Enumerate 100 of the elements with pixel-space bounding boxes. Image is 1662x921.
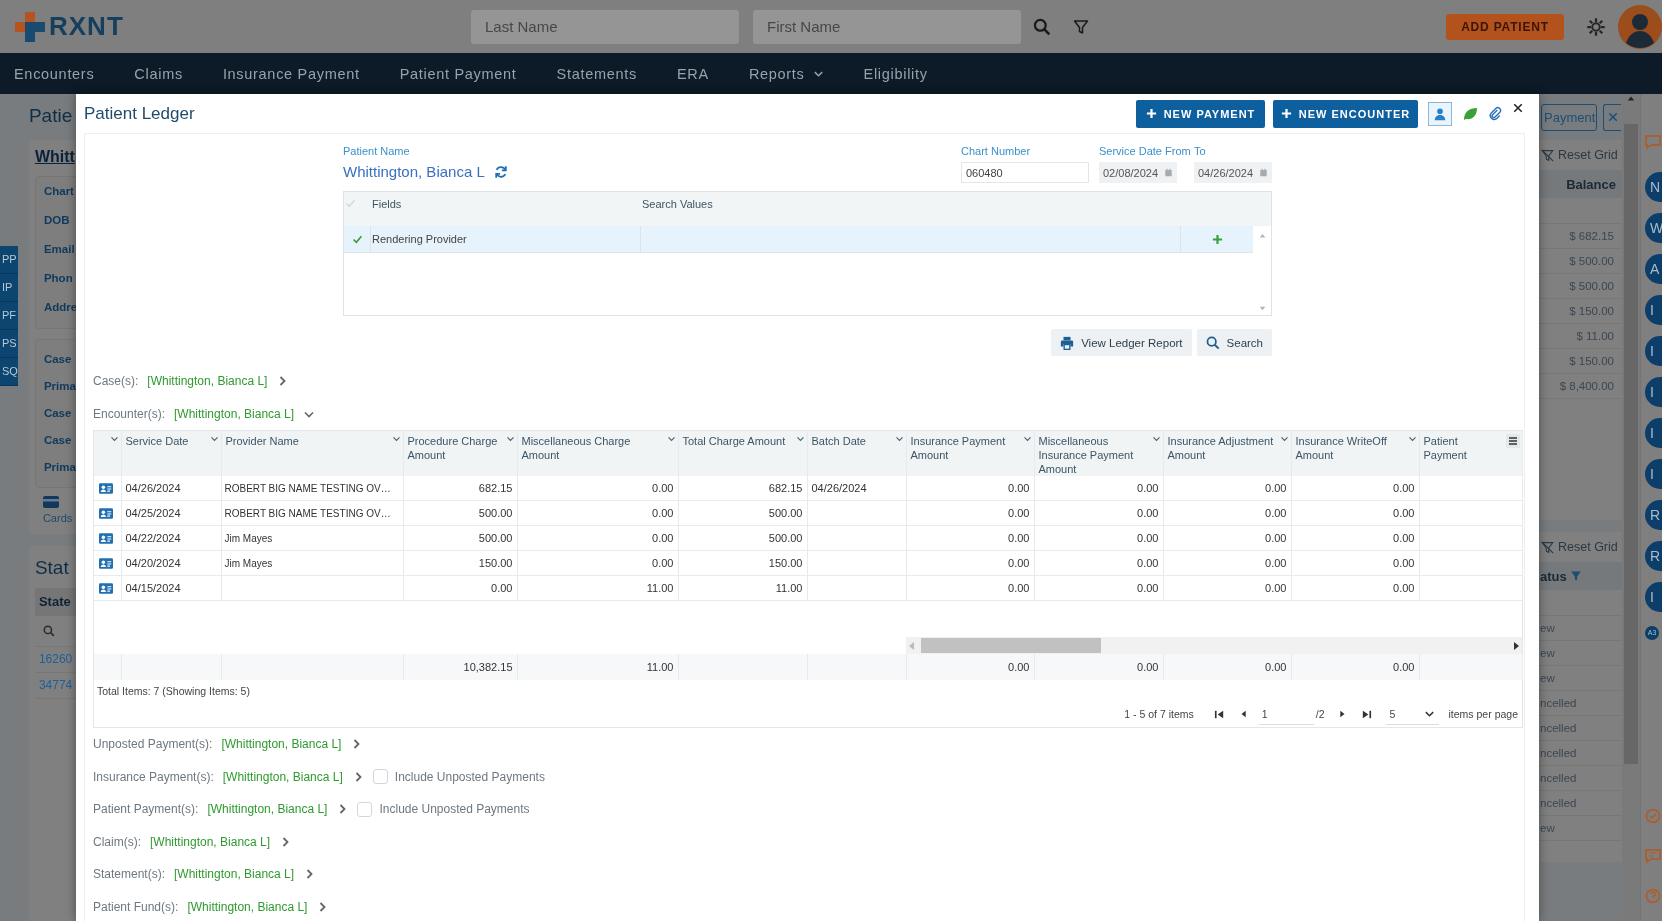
section-link[interactable]: [Whittington, Bianca L] (222, 769, 343, 784)
column-header[interactable]: Patient Payment (1419, 431, 1522, 476)
nav-item[interactable]: Patient Payment (399, 65, 517, 82)
reset-filter-icon[interactable] (1541, 148, 1554, 162)
add-patient-button[interactable]: ADD PATIENT (1446, 13, 1564, 40)
card-icon[interactable] (42, 496, 59, 508)
last-page-icon[interactable] (1360, 708, 1372, 720)
date-field[interactable]: 04/26/2024 (1194, 162, 1272, 183)
side-tab[interactable]: PP (0, 246, 18, 274)
section-label: Insurance Payment(s): (93, 769, 214, 784)
section-link[interactable]: [Whittington, Bianca L] (187, 899, 308, 914)
column-header[interactable]: Service Date (121, 431, 221, 476)
grid-row[interactable]: Rendering Provider (344, 226, 1253, 253)
column-header[interactable]: Insurance WriteOff Amount (1291, 431, 1419, 476)
column-menu-icon[interactable] (1505, 434, 1520, 448)
date-field[interactable]: 02/08/2024 (1099, 162, 1177, 183)
column-header[interactable]: atus (1539, 562, 1622, 590)
user-badge[interactable]: R (1645, 500, 1662, 530)
reset-grid-link[interactable]: Reset Grid (1558, 540, 1618, 554)
column-menu-icon[interactable] (1407, 434, 1417, 443)
column-header[interactable]: Provider Name (221, 431, 403, 476)
section-link[interactable]: [Whittington, Bianca L] (150, 834, 271, 849)
user-badge[interactable]: I (1645, 295, 1662, 325)
new-button[interactable]: NEW PAYMENT (1136, 99, 1265, 128)
patient-button[interactable] (1428, 101, 1452, 126)
scrollbar-thumb[interactable] (921, 638, 1101, 653)
chart-number-field[interactable]: 060480 (961, 162, 1089, 183)
leaf-icon[interactable] (1462, 105, 1478, 122)
section-link[interactable]: [Whittington, Bianca L] (207, 802, 328, 817)
contact-card-icon[interactable] (99, 582, 113, 594)
column-menu-icon[interactable] (109, 434, 119, 443)
user-badge[interactable]: I (1645, 582, 1662, 612)
user-badge[interactable]: I (1645, 377, 1662, 407)
section-link[interactable]: [Whittington, Bianca L] (147, 374, 268, 388)
avatar-icon[interactable] (1618, 4, 1662, 49)
paperclip-icon[interactable] (1488, 105, 1502, 122)
settings-icon[interactable] (1586, 16, 1606, 37)
refresh-icon[interactable] (493, 164, 508, 179)
column-menu-icon[interactable] (666, 434, 676, 443)
column-menu-icon[interactable] (1151, 434, 1161, 443)
column-menu-icon[interactable] (894, 434, 904, 443)
section-link[interactable]: [Whittington, Bianca L] (174, 407, 295, 421)
check-circle-icon[interactable] (1645, 808, 1661, 824)
scrollbar[interactable] (1622, 94, 1640, 921)
user-badge[interactable]: R (1645, 541, 1662, 571)
column-header[interactable]: Insurance Adjustment Amount (1163, 431, 1291, 476)
side-tab[interactable]: SQ (0, 358, 18, 386)
column-header[interactable]: Insurance Payment Amount (906, 431, 1034, 476)
first-page-icon[interactable] (1213, 708, 1225, 720)
user-badge[interactable]: I (1645, 459, 1662, 489)
column-header[interactable]: Total Charge Amount (678, 431, 807, 476)
action-button[interactable]: View Ledger Report (1051, 329, 1192, 356)
contact-card-icon[interactable] (99, 507, 113, 519)
column-header[interactable]: Batch Date (807, 431, 906, 476)
column-header[interactable]: Balance (1539, 170, 1622, 198)
horizontal-scrollbar[interactable] (906, 637, 1522, 654)
page-size-select[interactable]: 5 (1385, 703, 1439, 725)
section-link[interactable]: [Whittington, Bianca L] (221, 737, 342, 752)
checkbox[interactable] (357, 801, 373, 817)
user-badge[interactable]: I (1645, 418, 1662, 448)
column-header[interactable]: Miscellaneous Charge Amount (517, 431, 678, 476)
contact-card-icon[interactable] (99, 557, 113, 569)
close-icon[interactable] (1512, 102, 1524, 114)
column-menu-icon[interactable] (1022, 434, 1032, 443)
side-tab[interactable]: IP (0, 274, 18, 302)
contact-card-icon[interactable] (99, 532, 113, 544)
column-header[interactable]: Procedure Charge Amount (403, 431, 517, 476)
action-button[interactable]: Search (1196, 329, 1272, 356)
side-tab[interactable]: PF (0, 302, 18, 330)
checkbox[interactable] (372, 769, 388, 785)
side-tab[interactable]: PS (0, 330, 18, 358)
new-button[interactable]: NEW ENCOUNTER (1273, 99, 1418, 128)
column-menu-icon[interactable] (505, 434, 515, 443)
nav-item[interactable]: Insurance Payment (222, 65, 360, 82)
nav-item[interactable]: ERA (676, 65, 709, 82)
reset-grid-link[interactable]: Reset Grid (1558, 148, 1618, 162)
tick-icon[interactable] (351, 233, 363, 245)
user-badge[interactable]: A (1645, 254, 1662, 284)
nav-item[interactable]: Eligibility (863, 65, 928, 82)
add-icon[interactable] (1212, 233, 1223, 245)
search-icon[interactable] (1033, 17, 1051, 36)
user-badge[interactable]: N (1645, 172, 1662, 202)
column-header[interactable]: Miscellaneous Insurance Payment Amount (1034, 431, 1163, 476)
column-menu-icon[interactable] (209, 434, 219, 443)
section-link[interactable]: [Whittington, Bianca L] (174, 867, 295, 882)
column-menu-icon[interactable] (1279, 434, 1289, 443)
contact-card-icon[interactable] (99, 482, 113, 494)
search-field[interactable]: Last Name (471, 9, 739, 44)
reset-filter-icon[interactable] (1541, 540, 1554, 554)
nav-item[interactable]: Encounters (14, 65, 95, 82)
column-menu-icon[interactable] (391, 434, 401, 443)
nav-item[interactable]: Reports (748, 65, 824, 82)
column-menu-icon[interactable] (795, 434, 805, 443)
filter-icon[interactable] (1073, 17, 1089, 36)
table-cell: 0.00 (517, 476, 678, 501)
nav-item[interactable]: Claims (134, 65, 183, 82)
user-badge[interactable]: I (1645, 336, 1662, 366)
patient-link[interactable]: Whitt (34, 148, 75, 165)
nav-item[interactable]: Statements (556, 65, 637, 82)
search-field[interactable]: First Name (753, 9, 1021, 44)
